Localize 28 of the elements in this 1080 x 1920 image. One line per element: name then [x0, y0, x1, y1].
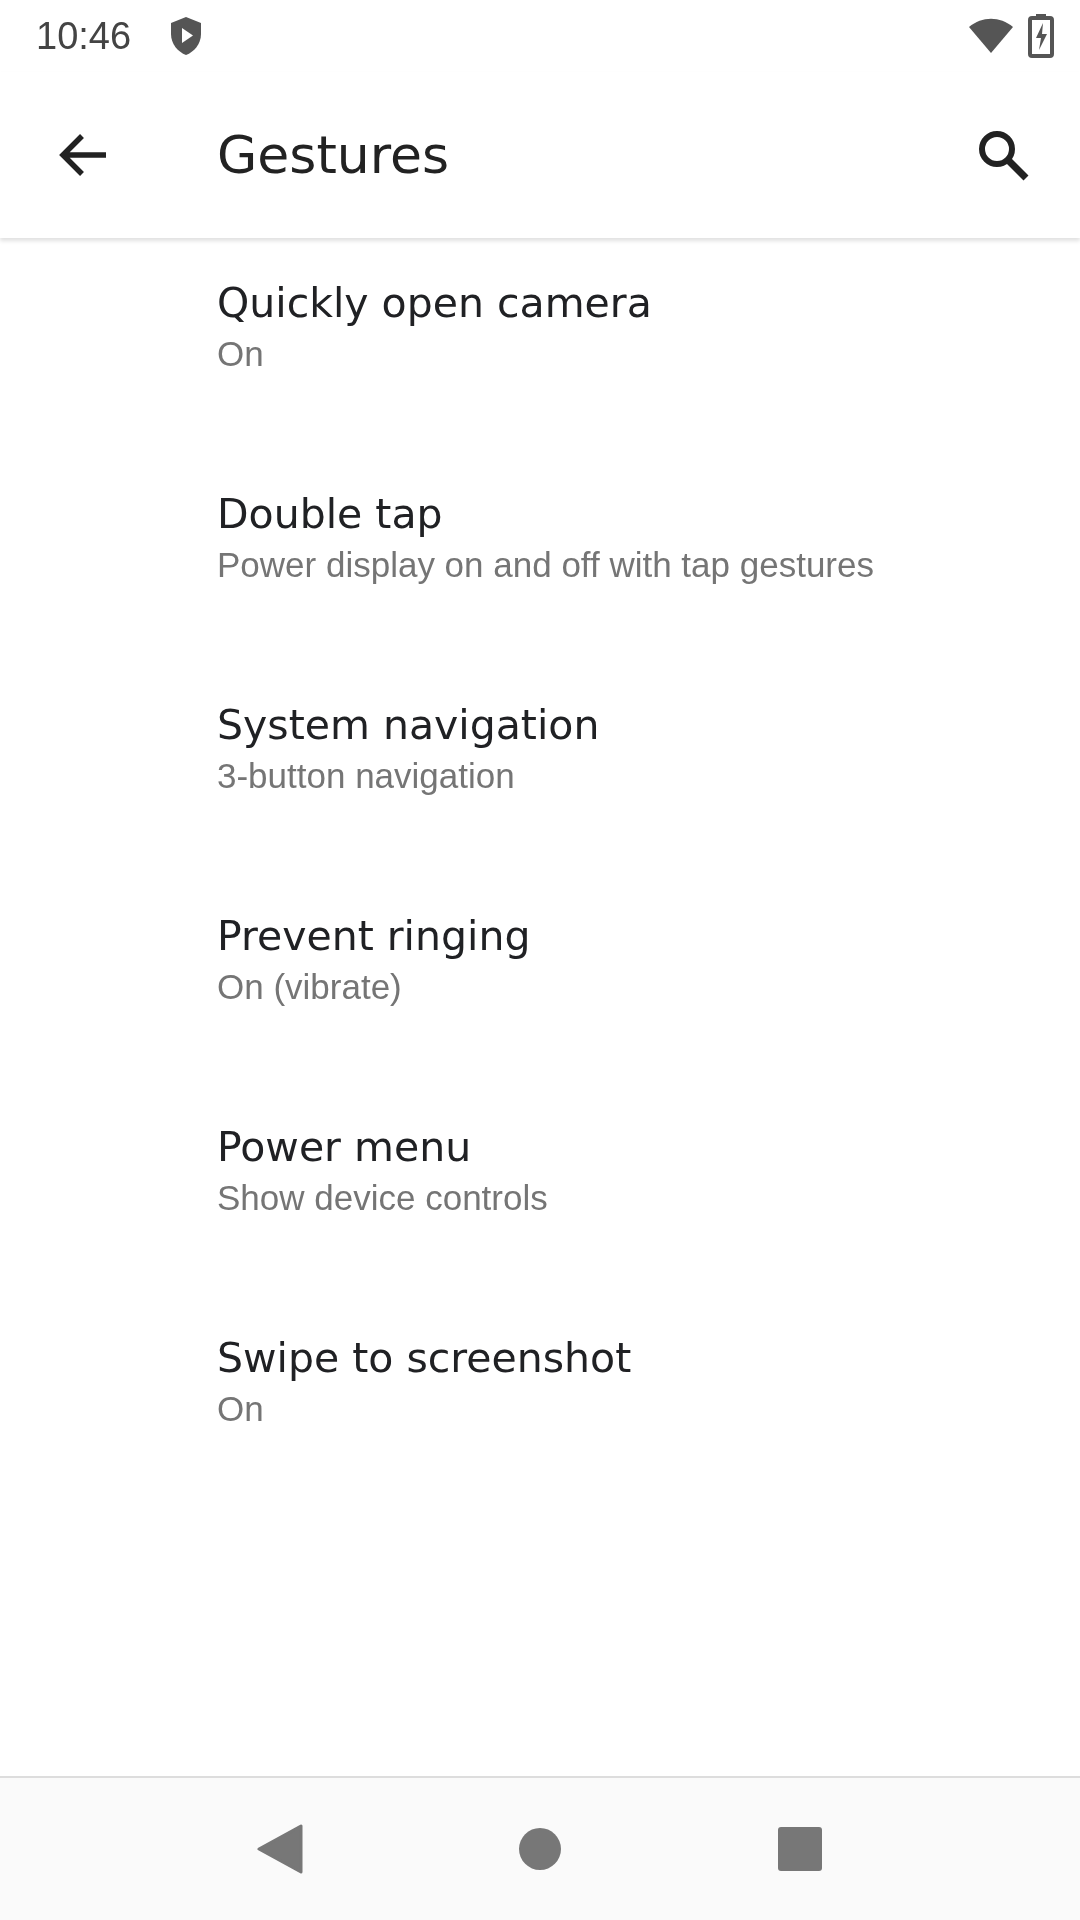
settings-item[interactable]: Prevent ringing On (vibrate) [0, 871, 1080, 1082]
item-summary: Show device controls [217, 1177, 548, 1220]
battery-icon [1028, 14, 1054, 58]
settings-item[interactable]: Power menu Show device controls [0, 1082, 1080, 1293]
search-icon [976, 128, 1030, 182]
page-title: Gestures [217, 125, 451, 185]
wifi-icon [968, 18, 1014, 54]
item-title: Quickly open camera [217, 278, 652, 329]
settings-item[interactable]: Double tap Power display on and off with tap gestures [0, 449, 1080, 660]
item-summary: 3-button navigation [217, 755, 515, 798]
settings-item[interactable]: Swipe to screenshot On [0, 1293, 1080, 1504]
clock: 10:46 [36, 14, 132, 58]
item-summary: On [217, 333, 264, 376]
item-summary: On [217, 1388, 264, 1431]
item-title: Swipe to screenshot [217, 1333, 632, 1384]
circle-icon [518, 1827, 562, 1871]
square-icon [778, 1827, 822, 1871]
shield-icon [169, 16, 204, 56]
item-title: System navigation [217, 700, 600, 751]
back-arrow-icon [58, 133, 108, 177]
item-title: Prevent ringing [217, 911, 531, 962]
item-title: Double tap [217, 489, 443, 540]
settings-item[interactable]: System navigation 3-button navigation [0, 660, 1080, 871]
item-summary: On (vibrate) [217, 966, 402, 1009]
triangle-icon [257, 1824, 303, 1874]
item-title: Power menu [217, 1122, 472, 1173]
item-summary: Power display on and off with tap gestures [217, 544, 874, 587]
settings-item[interactable]: Quickly open camera On [0, 238, 1080, 449]
